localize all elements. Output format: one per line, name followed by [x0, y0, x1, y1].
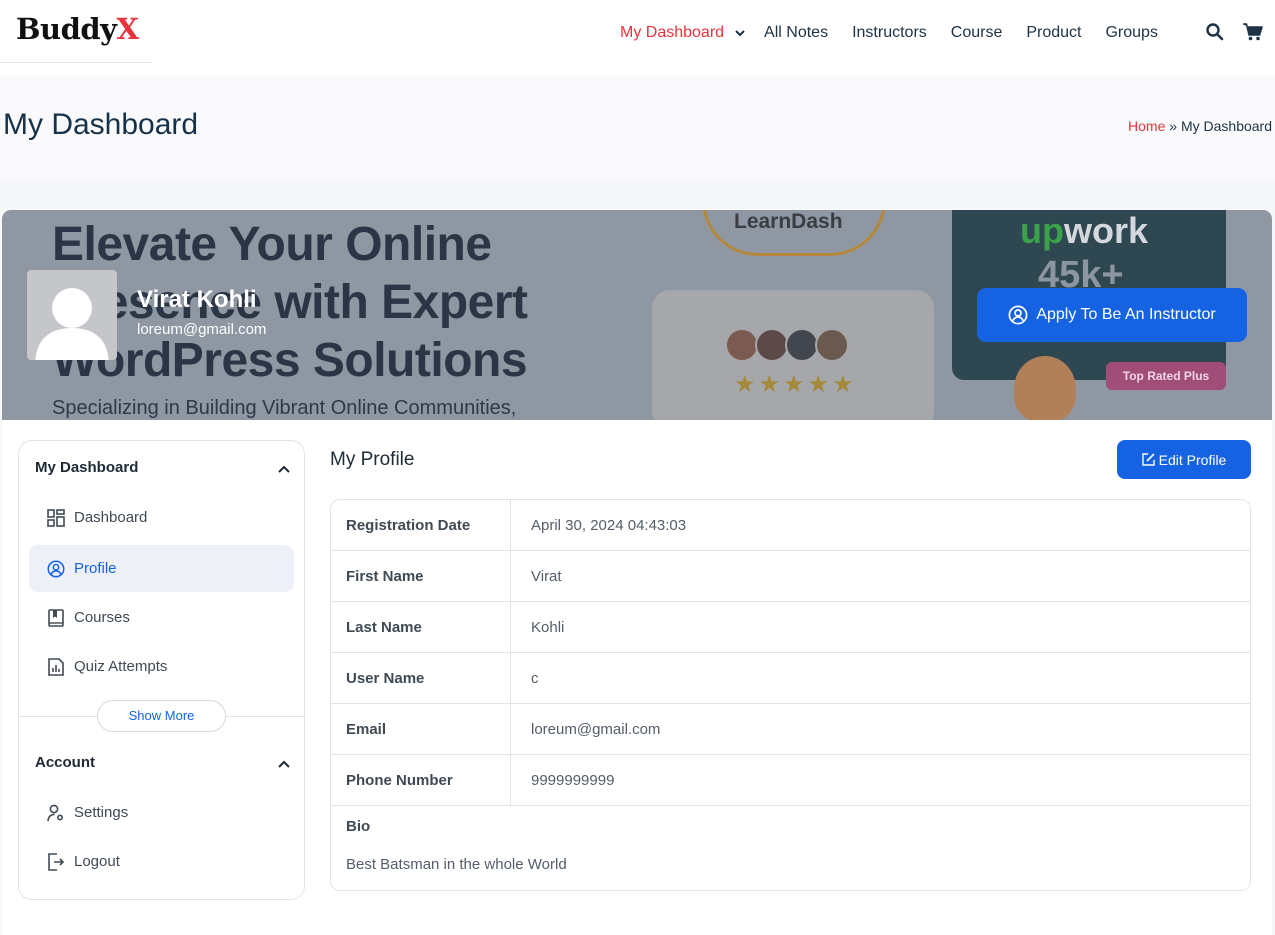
edit-profile-button[interactable]: Edit Profile: [1117, 440, 1251, 479]
bio-label: Bio: [346, 818, 371, 835]
sidebar-section-title-account: Account: [35, 754, 95, 771]
breadcrumb-separator: »: [1169, 118, 1178, 134]
rating-stars: ★★★★★: [734, 371, 857, 398]
profile-icon: [47, 559, 65, 578]
table-row: Registration Date April 30, 2024 04:43:0…: [331, 500, 1250, 551]
upwork-logo: upwork: [1020, 210, 1149, 251]
avatar[interactable]: [27, 270, 117, 360]
chevron-up-icon[interactable]: [278, 757, 290, 775]
search-icon[interactable]: [1206, 23, 1224, 46]
row-value: Kohli: [531, 618, 565, 636]
nav-product[interactable]: Product: [1026, 24, 1081, 42]
main-nav: My Dashboard All Notes Instructors Cours…: [620, 22, 1182, 44]
table-row: First Name Virat: [331, 551, 1250, 602]
show-more-button[interactable]: Show More: [97, 700, 226, 732]
book-icon: [48, 608, 64, 627]
row-label: Registration Date: [331, 500, 511, 550]
profile-email: loreum@gmail.com: [137, 321, 267, 338]
row-label: First Name: [331, 551, 511, 601]
quiz-icon: [48, 657, 64, 676]
bio-value: Best Batsman in the whole World: [346, 856, 567, 873]
dashboard-sidebar: My Dashboard Dashboard Profile Courses Q…: [18, 440, 305, 900]
logout-icon: [48, 852, 65, 871]
sidebar-item-label: Courses: [74, 609, 130, 626]
edit-icon: [1141, 453, 1155, 466]
logo-divider: [0, 62, 152, 63]
apply-instructor-button[interactable]: Apply To Be An Instructor: [977, 288, 1247, 342]
nav-course[interactable]: Course: [951, 24, 1003, 42]
profile-section-title: My Profile: [330, 449, 415, 470]
nav-instructors[interactable]: Instructors: [852, 24, 927, 42]
table-row: Email loreum@gmail.com: [331, 704, 1250, 755]
reviewer-avatars: [725, 328, 849, 362]
reviewer-avatar: [815, 328, 849, 362]
row-label: Last Name: [331, 602, 511, 652]
chevron-up-icon[interactable]: [278, 462, 290, 480]
table-row: User Name c: [331, 653, 1250, 704]
cart-icon[interactable]: [1243, 23, 1263, 46]
sidebar-item-logout[interactable]: Logout: [29, 838, 294, 885]
dashboard-icon: [47, 508, 65, 527]
breadcrumb-home-link[interactable]: Home: [1128, 118, 1165, 134]
banner-subline: Specializing in Building Vibrant Online …: [52, 397, 517, 419]
page-title: My Dashboard: [3, 108, 199, 141]
top-navbar: BuddyX My Dashboard All Notes Instructor…: [0, 0, 1275, 76]
nav-groups[interactable]: Groups: [1105, 24, 1157, 42]
row-value: April 30, 2024 04:43:03: [531, 516, 687, 534]
nav-my-dashboard[interactable]: My Dashboard: [620, 24, 724, 42]
learndash-logo: LearnDash: [734, 210, 843, 233]
sidebar-item-dashboard[interactable]: Dashboard: [29, 494, 294, 541]
sidebar-section-title-dashboard: My Dashboard: [35, 459, 139, 476]
row-value: c: [531, 669, 539, 687]
banner-headline: Elevate Your Online Presence with Expert…: [52, 218, 528, 387]
row-label: Email: [331, 704, 511, 754]
row-label: User Name: [331, 653, 511, 703]
row-value: loreum@gmail.com: [531, 720, 661, 738]
nav-all-notes[interactable]: All Notes: [764, 24, 828, 42]
table-row: Last Name Kohli: [331, 602, 1250, 653]
profile-cover-banner: Elevate Your Online Presence with Expert…: [2, 210, 1272, 420]
reviewer-avatar: [785, 328, 819, 362]
breadcrumb-current: My Dashboard: [1180, 118, 1272, 134]
settings-user-icon: [47, 804, 64, 821]
sidebar-item-label: Dashboard: [74, 509, 148, 526]
row-value: Virat: [531, 567, 562, 585]
user-circle-icon: [1008, 305, 1028, 325]
sidebar-item-label: Logout: [74, 853, 120, 870]
breadcrumb: Home » My Dashboard: [1128, 118, 1272, 134]
reviewer-avatar: [725, 328, 759, 362]
chevron-down-icon[interactable]: [734, 27, 746, 39]
edit-profile-label: Edit Profile: [1158, 451, 1227, 468]
profile-name: Virat Kohli: [137, 286, 257, 313]
top-rated-badge: Top Rated Plus: [1106, 362, 1226, 390]
page-title-bar: My Dashboard Home » My Dashboard: [0, 76, 1275, 178]
sidebar-item-settings[interactable]: Settings: [29, 789, 294, 836]
user-silhouette-icon: [35, 288, 109, 360]
row-label: Phone Number: [331, 755, 511, 805]
sidebar-item-courses[interactable]: Courses: [29, 594, 294, 641]
sidebar-item-label: Quiz Attempts: [74, 658, 168, 675]
cartoon-character-image: [1014, 356, 1076, 420]
site-logo[interactable]: BuddyX: [16, 12, 139, 46]
row-value: 9999999999: [531, 771, 615, 789]
sidebar-item-profile[interactable]: Profile: [29, 545, 294, 592]
sidebar-item-label: Settings: [74, 804, 129, 821]
reviewer-avatar: [755, 328, 789, 362]
sidebar-item-quiz-attempts[interactable]: Quiz Attempts: [29, 643, 294, 690]
sidebar-item-label: Profile: [74, 560, 117, 577]
profile-details-table: Registration Date April 30, 2024 04:43:0…: [330, 499, 1251, 891]
apply-button-label: Apply To Be An Instructor: [1036, 306, 1216, 323]
table-row: Phone Number 9999999999: [331, 755, 1250, 806]
